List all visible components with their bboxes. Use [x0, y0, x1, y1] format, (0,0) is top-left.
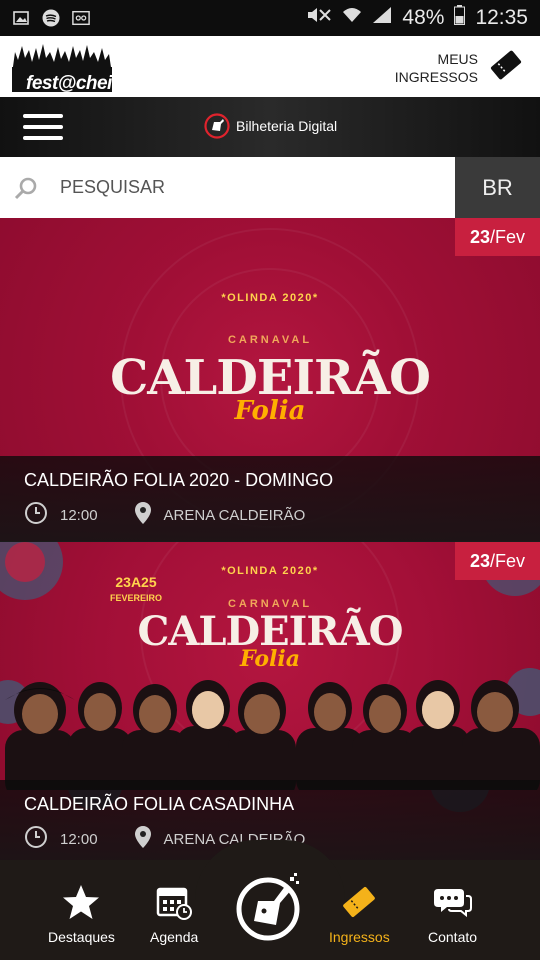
nav-contato[interactable]: Contato [428, 884, 477, 945]
banner-olinda: *OLINDA 2020* [221, 292, 319, 304]
nav-destaques[interactable]: Destaques [48, 884, 115, 945]
ticket-icon [340, 887, 378, 923]
event-title: CALDEIRÃO FOLIA 2020 - DOMINGO [24, 470, 334, 490]
date-badge: 23/Fev [455, 218, 540, 256]
bilheteria-label: Bilheteria Digital [236, 118, 338, 134]
event-card[interactable]: 23/Fev *OLINDA 2020* CARNAVAL CALDEIRÃO … [0, 218, 540, 541]
nav-bar: Bilheteria Digital [0, 97, 540, 157]
my-tickets-line2: INGRESSOS [394, 68, 478, 85]
battery-icon [454, 5, 466, 31]
status-bar: 48% 12:35 [0, 0, 540, 36]
bilheteria-logo-icon [204, 113, 230, 139]
nav-agenda[interactable]: Agenda [150, 884, 198, 945]
nav-label: Ingressos [329, 929, 390, 945]
search-icon [0, 157, 52, 218]
spotify-icon [42, 9, 60, 27]
wifi-icon [342, 6, 362, 30]
banner-script: Folia [239, 646, 301, 672]
search-input[interactable] [52, 157, 455, 218]
image-icon [12, 10, 30, 26]
language-button[interactable]: BR [455, 157, 540, 218]
festacheia-logo[interactable]: fest@cheia [12, 42, 122, 94]
location-pin-icon [134, 825, 152, 853]
event-venue: ARENA CALDEIRÃO [163, 506, 306, 524]
date-day: 23 [469, 226, 490, 247]
location-pin-icon [134, 501, 152, 529]
my-tickets-button[interactable]: MEUS INGRESSOS [395, 48, 524, 87]
event-card[interactable]: 23A25 FEVEREIRO 23/Fev *OLINDA 2020* CAR… [0, 542, 540, 860]
search-bar: BR [0, 157, 540, 218]
brand-header: fest@cheia MEUS INGRESSOS [0, 36, 540, 97]
menu-icon[interactable] [23, 114, 63, 140]
event-time: 12:00 [60, 830, 98, 848]
nav-ingressos[interactable]: Ingressos [329, 884, 390, 945]
artists-photo [5, 680, 540, 790]
chat-icon [433, 889, 472, 923]
clock-icon [24, 825, 48, 853]
banner-script: Folia [234, 396, 306, 426]
date-month: /Fev [490, 226, 526, 247]
home-logo-button[interactable] [236, 873, 304, 941]
signal-icon [372, 6, 392, 30]
battery-percent: 48% [402, 6, 445, 29]
event-title: CALDEIRÃO FOLIA CASADINHA [24, 794, 295, 814]
nav-label: Agenda [150, 929, 199, 945]
ticket-icon [488, 48, 524, 87]
bilheteria-digital-logo: Bilheteria Digital [204, 113, 337, 139]
my-tickets-line1: MEUS [437, 50, 478, 67]
clock-icon [24, 501, 48, 529]
nav-label: Destaques [48, 929, 115, 945]
voicemail-icon [72, 10, 90, 26]
calendar-icon [155, 887, 193, 923]
banner-carnaval: CARNAVAL [227, 334, 313, 346]
mute-icon [306, 6, 332, 30]
logo-text: fest@cheia [26, 73, 122, 94]
nav-label: Contato [428, 929, 478, 945]
bilheteria-logo-icon [236, 873, 300, 941]
event-time: 12:00 [60, 506, 98, 524]
star-icon [62, 885, 100, 923]
event-info: CALDEIRÃO FOLIA 2020 - DOMINGO 12:00 ARE… [0, 456, 540, 541]
bottom-nav: Destaques Agenda Ingressos Contato [0, 840, 540, 960]
clock: 12:35 [475, 6, 528, 29]
banner-olinda: *OLINDA 2020* [221, 565, 319, 577]
